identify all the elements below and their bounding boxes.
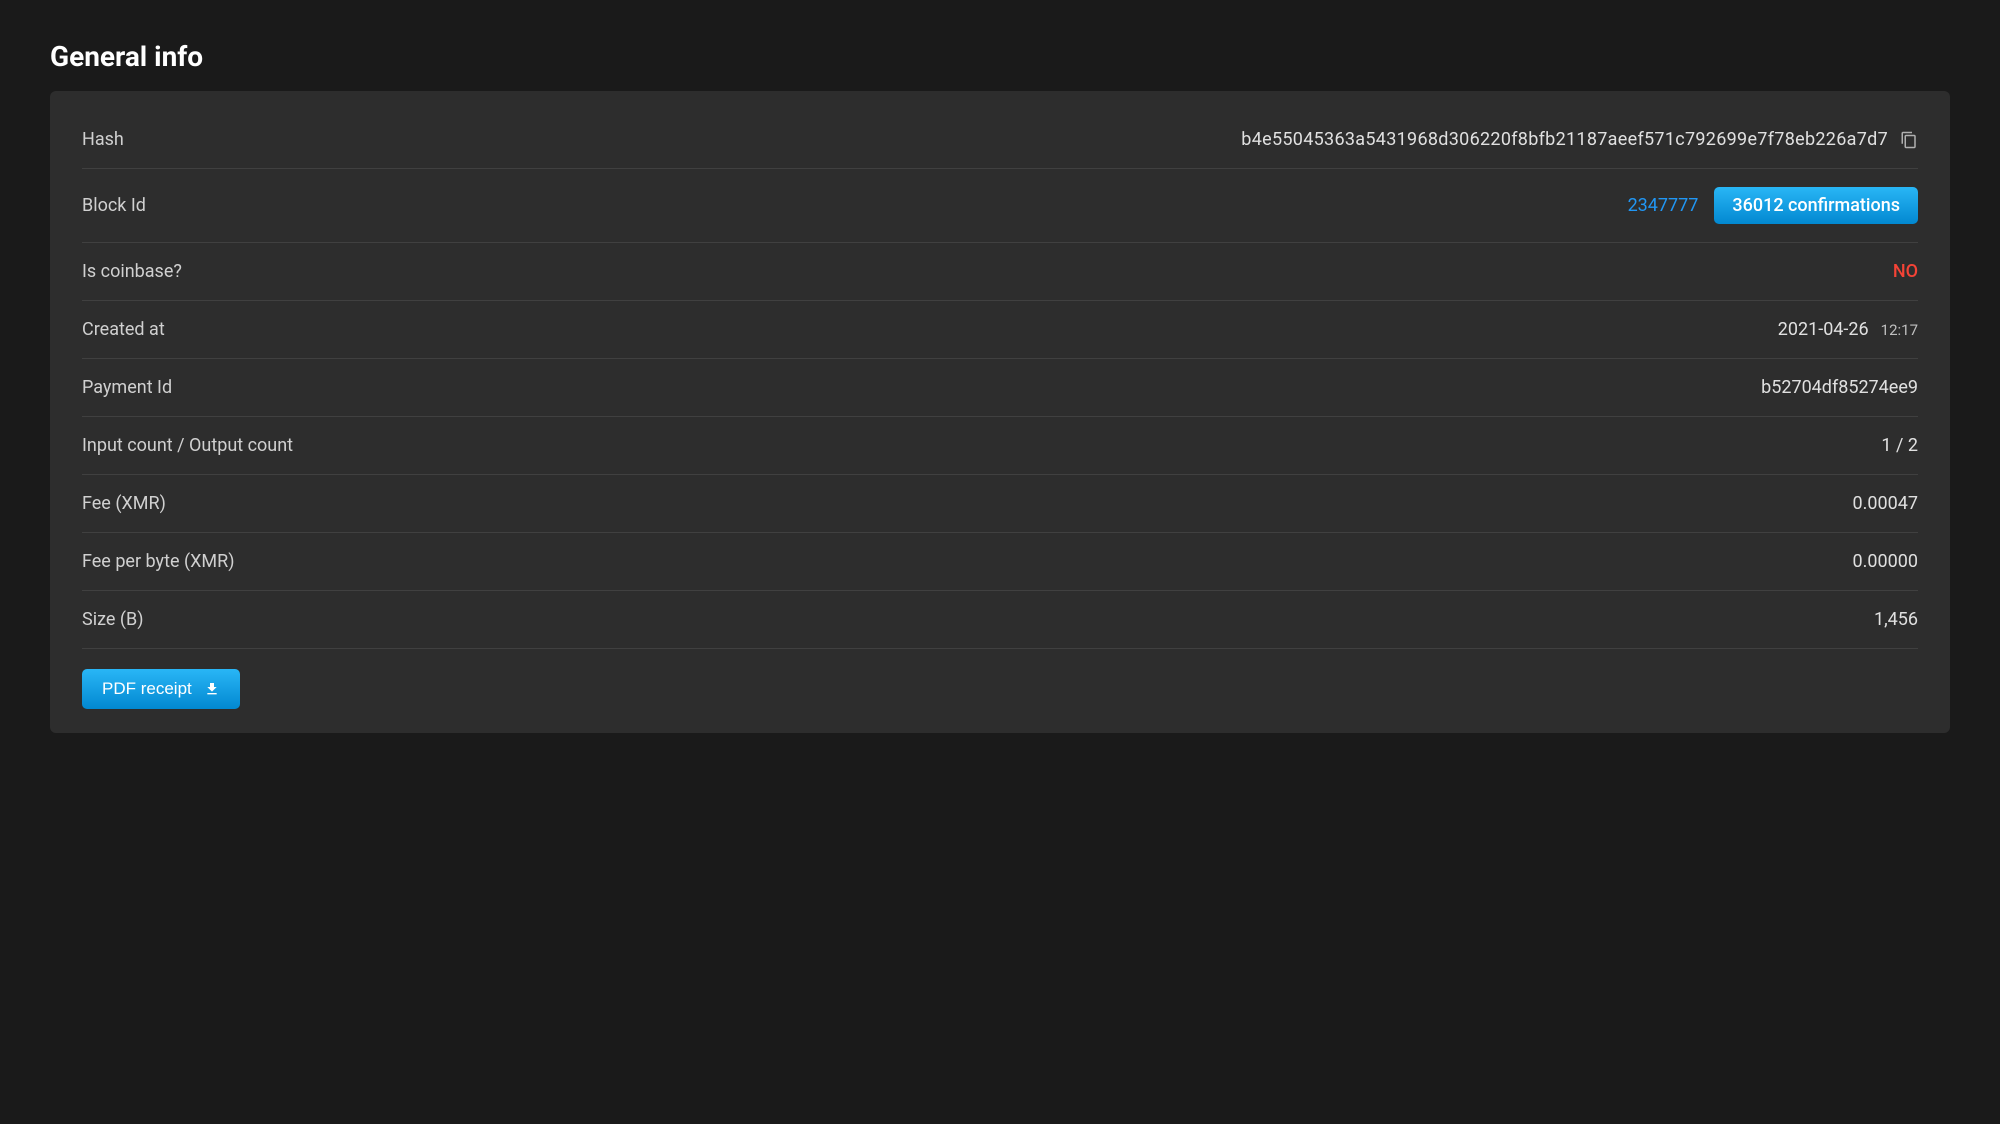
created-at-label: Created at	[82, 319, 165, 340]
hash-value: b4e55045363a5431968d306220f8bfb21187aeef…	[1241, 129, 1888, 150]
block-id-link[interactable]: 2347777	[1628, 195, 1699, 216]
fee-row: Fee (XMR) 0.00047	[82, 475, 1918, 533]
coinbase-label: Is coinbase?	[82, 261, 182, 282]
coinbase-row: Is coinbase? NO	[82, 243, 1918, 301]
created-at-row: Created at 2021-04-26 12:17	[82, 301, 1918, 359]
io-count-label: Input count / Output count	[82, 435, 293, 456]
fee-per-byte-value: 0.00000	[1853, 551, 1918, 572]
general-info-card: Hash b4e55045363a5431968d306220f8bfb2118…	[50, 91, 1950, 733]
confirmations-badge: 36012 confirmations	[1714, 187, 1918, 224]
io-count-row: Input count / Output count 1 / 2	[82, 417, 1918, 475]
pdf-receipt-label: PDF receipt	[102, 679, 192, 699]
pdf-receipt-button[interactable]: PDF receipt	[82, 669, 240, 709]
fee-label: Fee (XMR)	[82, 493, 166, 514]
fee-per-byte-label: Fee per byte (XMR)	[82, 551, 234, 572]
io-count-value: 1 / 2	[1881, 435, 1918, 456]
payment-id-label: Payment Id	[82, 377, 172, 398]
block-id-label: Block Id	[82, 195, 146, 216]
download-icon	[204, 681, 220, 697]
coinbase-value: NO	[1893, 261, 1918, 282]
hash-row: Hash b4e55045363a5431968d306220f8bfb2118…	[82, 111, 1918, 169]
hash-value-container: b4e55045363a5431968d306220f8bfb21187aeef…	[1241, 129, 1918, 150]
block-id-row: Block Id 2347777 36012 confirmations	[82, 169, 1918, 243]
size-value: 1,456	[1874, 609, 1918, 630]
hash-label: Hash	[82, 129, 124, 150]
payment-id-row: Payment Id b52704df85274ee9	[82, 359, 1918, 417]
size-row: Size (B) 1,456	[82, 591, 1918, 649]
fee-value: 0.00047	[1853, 493, 1918, 514]
fee-per-byte-row: Fee per byte (XMR) 0.00000	[82, 533, 1918, 591]
created-at-time: 12:17	[1881, 321, 1918, 339]
payment-id-value: b52704df85274ee9	[1761, 377, 1918, 398]
created-at-date: 2021-04-26	[1778, 319, 1869, 340]
created-at-value: 2021-04-26 12:17	[1778, 319, 1918, 340]
block-id-value-container: 2347777 36012 confirmations	[1628, 187, 1918, 224]
size-label: Size (B)	[82, 609, 144, 630]
copy-icon[interactable]	[1900, 130, 1918, 150]
section-title: General info	[50, 40, 1950, 73]
